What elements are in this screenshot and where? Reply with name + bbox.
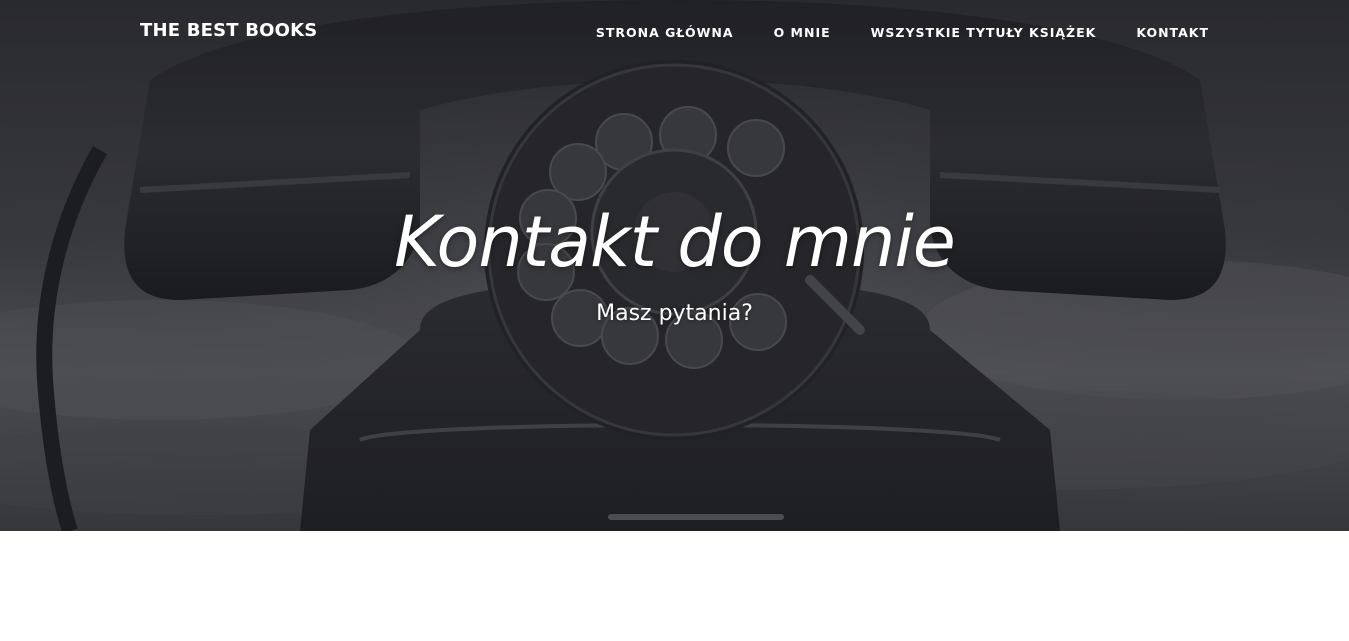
navbar: THE BEST BOOKS STRONA GŁÓWNA O MNIE WSZY…: [0, 0, 1349, 66]
nav-item: WSZYSTKIE TYTUŁY KSIĄŻEK: [871, 24, 1097, 42]
hero-section: THE BEST BOOKS STRONA GŁÓWNA O MNIE WSZY…: [0, 0, 1349, 531]
nav-menu: STRONA GŁÓWNA O MNIE WSZYSTKIE TYTUŁY KS…: [556, 24, 1209, 42]
nav-link-about[interactable]: O MNIE: [774, 25, 831, 40]
nav-item: STRONA GŁÓWNA: [596, 24, 734, 42]
nav-link-all-titles[interactable]: WSZYSTKIE TYTUŁY KSIĄŻEK: [871, 25, 1097, 40]
hero-heading: Kontakt do mnie Masz pytania?: [0, 198, 1349, 328]
page-title: Kontakt do mnie: [394, 201, 956, 283]
content-area: [0, 531, 1349, 641]
nav-item: O MNIE: [774, 24, 831, 42]
brand-logo-link[interactable]: THE BEST BOOKS: [140, 20, 317, 41]
page-subtitle: Masz pytania?: [596, 301, 753, 326]
nav-link-contact[interactable]: KONTAKT: [1136, 25, 1209, 40]
nav-item: KONTAKT: [1136, 24, 1209, 42]
nav-link-home[interactable]: STRONA GŁÓWNA: [596, 25, 734, 40]
